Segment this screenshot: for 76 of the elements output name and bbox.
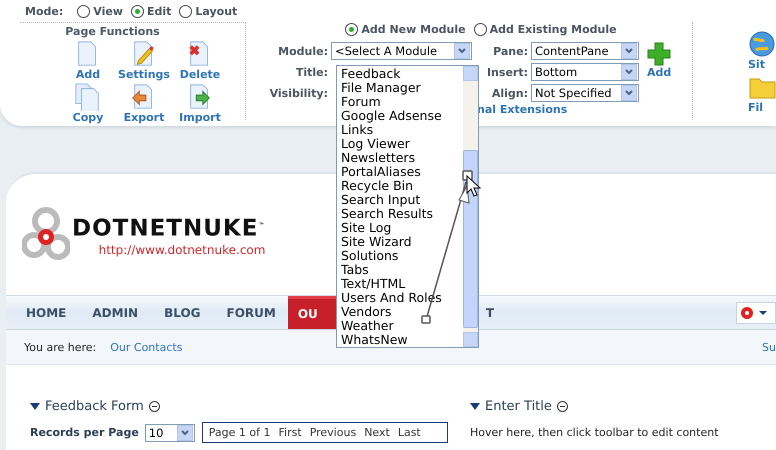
nav-tab[interactable]: BLOG [144, 296, 201, 329]
mode-radio[interactable] [179, 4, 192, 18]
breadcrumb-link[interactable]: Our Contacts [110, 340, 182, 354]
collapse-triangle-icon[interactable] [30, 403, 40, 410]
pager-link[interactable]: Last [398, 426, 421, 439]
dropdown-option[interactable]: Google Adsense [341, 109, 463, 123]
module-title: Feedback Form [45, 399, 144, 414]
page-count: Page 1 of 1 [208, 426, 271, 439]
module-source-radio[interactable] [345, 23, 358, 36]
page-action-button[interactable]: Settings [118, 40, 170, 81]
dropdown-option[interactable]: Links [341, 123, 463, 137]
pager-link[interactable]: Previous [310, 426, 356, 439]
module-select[interactable]: <Select A Module [330, 42, 472, 60]
dropdown-option[interactable]: Text/HTML [341, 277, 463, 291]
mode-option-label[interactable]: Edit [146, 4, 172, 18]
field-label: Insert: [486, 66, 528, 78]
pager-link[interactable]: First [278, 426, 302, 439]
tool-button[interactable]: Fil [748, 73, 776, 114]
dropdown-option[interactable]: Site Log [341, 221, 463, 235]
select-field[interactable]: ContentPane [530, 42, 639, 60]
dropdown-option[interactable]: File Manager [341, 81, 463, 95]
logo-text: DOTNETNUKE$^{™}$ [72, 214, 266, 243]
tool-button[interactable]: Sit [748, 30, 776, 71]
page-action-button[interactable]: Copy [62, 83, 114, 124]
page-action-button[interactable]: Add [62, 40, 114, 81]
dropdown-option[interactable]: Search Input [341, 193, 463, 207]
module-title: Enter Title [485, 399, 552, 414]
nav-tab[interactable]: FORUM [206, 296, 276, 329]
select-field[interactable]: Not Specified [530, 84, 639, 102]
nav-tab[interactable]: T [466, 296, 494, 329]
select-field[interactable]: Bottom [530, 63, 639, 81]
dropdown-option[interactable]: Solutions [341, 249, 463, 263]
records-label: Records per Page [30, 426, 139, 439]
dropdown-option[interactable]: Newsletters [341, 151, 463, 165]
dropdown-option[interactable]: PortalAliases [341, 165, 463, 179]
field-label: Visibility: [268, 86, 328, 100]
mode-label: Mode: [25, 4, 64, 18]
section-title: Page Functions [64, 24, 161, 38]
dropdown-option[interactable]: Feedback [341, 67, 463, 81]
minimize-icon[interactable] [148, 401, 160, 412]
collapse-triangle-icon[interactable] [470, 403, 480, 410]
nav-tab[interactable]: ADMIN [72, 296, 138, 329]
breadcrumb-label: You are here: [24, 340, 96, 354]
mode-option-label[interactable]: Layout [195, 4, 238, 18]
field-label: Pane: [492, 44, 528, 58]
mode-radio[interactable] [77, 4, 90, 18]
module-source-label[interactable]: Add New Module [361, 23, 466, 36]
records-select[interactable]: 10 [144, 424, 195, 442]
mode-radio[interactable] [130, 4, 144, 18]
globe-icon [748, 30, 776, 58]
field-label: Title: [294, 66, 328, 78]
dropdown-option[interactable]: WhatsNew [341, 333, 463, 347]
pager-link[interactable]: Next [364, 426, 390, 439]
add-link[interactable]: Add [646, 66, 672, 79]
field-label: Align: [490, 86, 528, 100]
dropdown-option[interactable]: Search Results [341, 207, 463, 221]
module-source-radio[interactable] [474, 23, 487, 36]
dropdown-option[interactable]: Tabs [341, 263, 463, 277]
dropdown-option[interactable]: Site Wizard [341, 235, 463, 249]
nav-tab[interactable]: HOME [6, 296, 66, 329]
logo-url[interactable]: http://www.dotnetnuke.com [98, 242, 266, 257]
dropdown-option[interactable]: Log Viewer [341, 137, 463, 151]
module-source-label[interactable]: Add Existing Module [490, 23, 617, 36]
module-body-text: Hover here, then click toolbar to edit content [470, 426, 720, 439]
page-action-button[interactable]: Import [174, 83, 226, 124]
page-action-button[interactable]: Export [118, 83, 170, 124]
scrollbar[interactable] [463, 66, 478, 347]
plus-icon[interactable] [647, 42, 672, 66]
dropdown-option[interactable]: Recycle Bin [341, 179, 463, 193]
minimize-icon[interactable] [556, 401, 568, 412]
mode-option-label[interactable]: View [93, 4, 123, 18]
logo-mark-icon [22, 206, 70, 262]
breadcrumb-right-link[interactable]: Su [762, 340, 776, 354]
dropdown-option[interactable]: Forum [341, 95, 463, 109]
page-action-button[interactable]: Delete [174, 40, 226, 81]
field-label: Module: [277, 44, 328, 58]
